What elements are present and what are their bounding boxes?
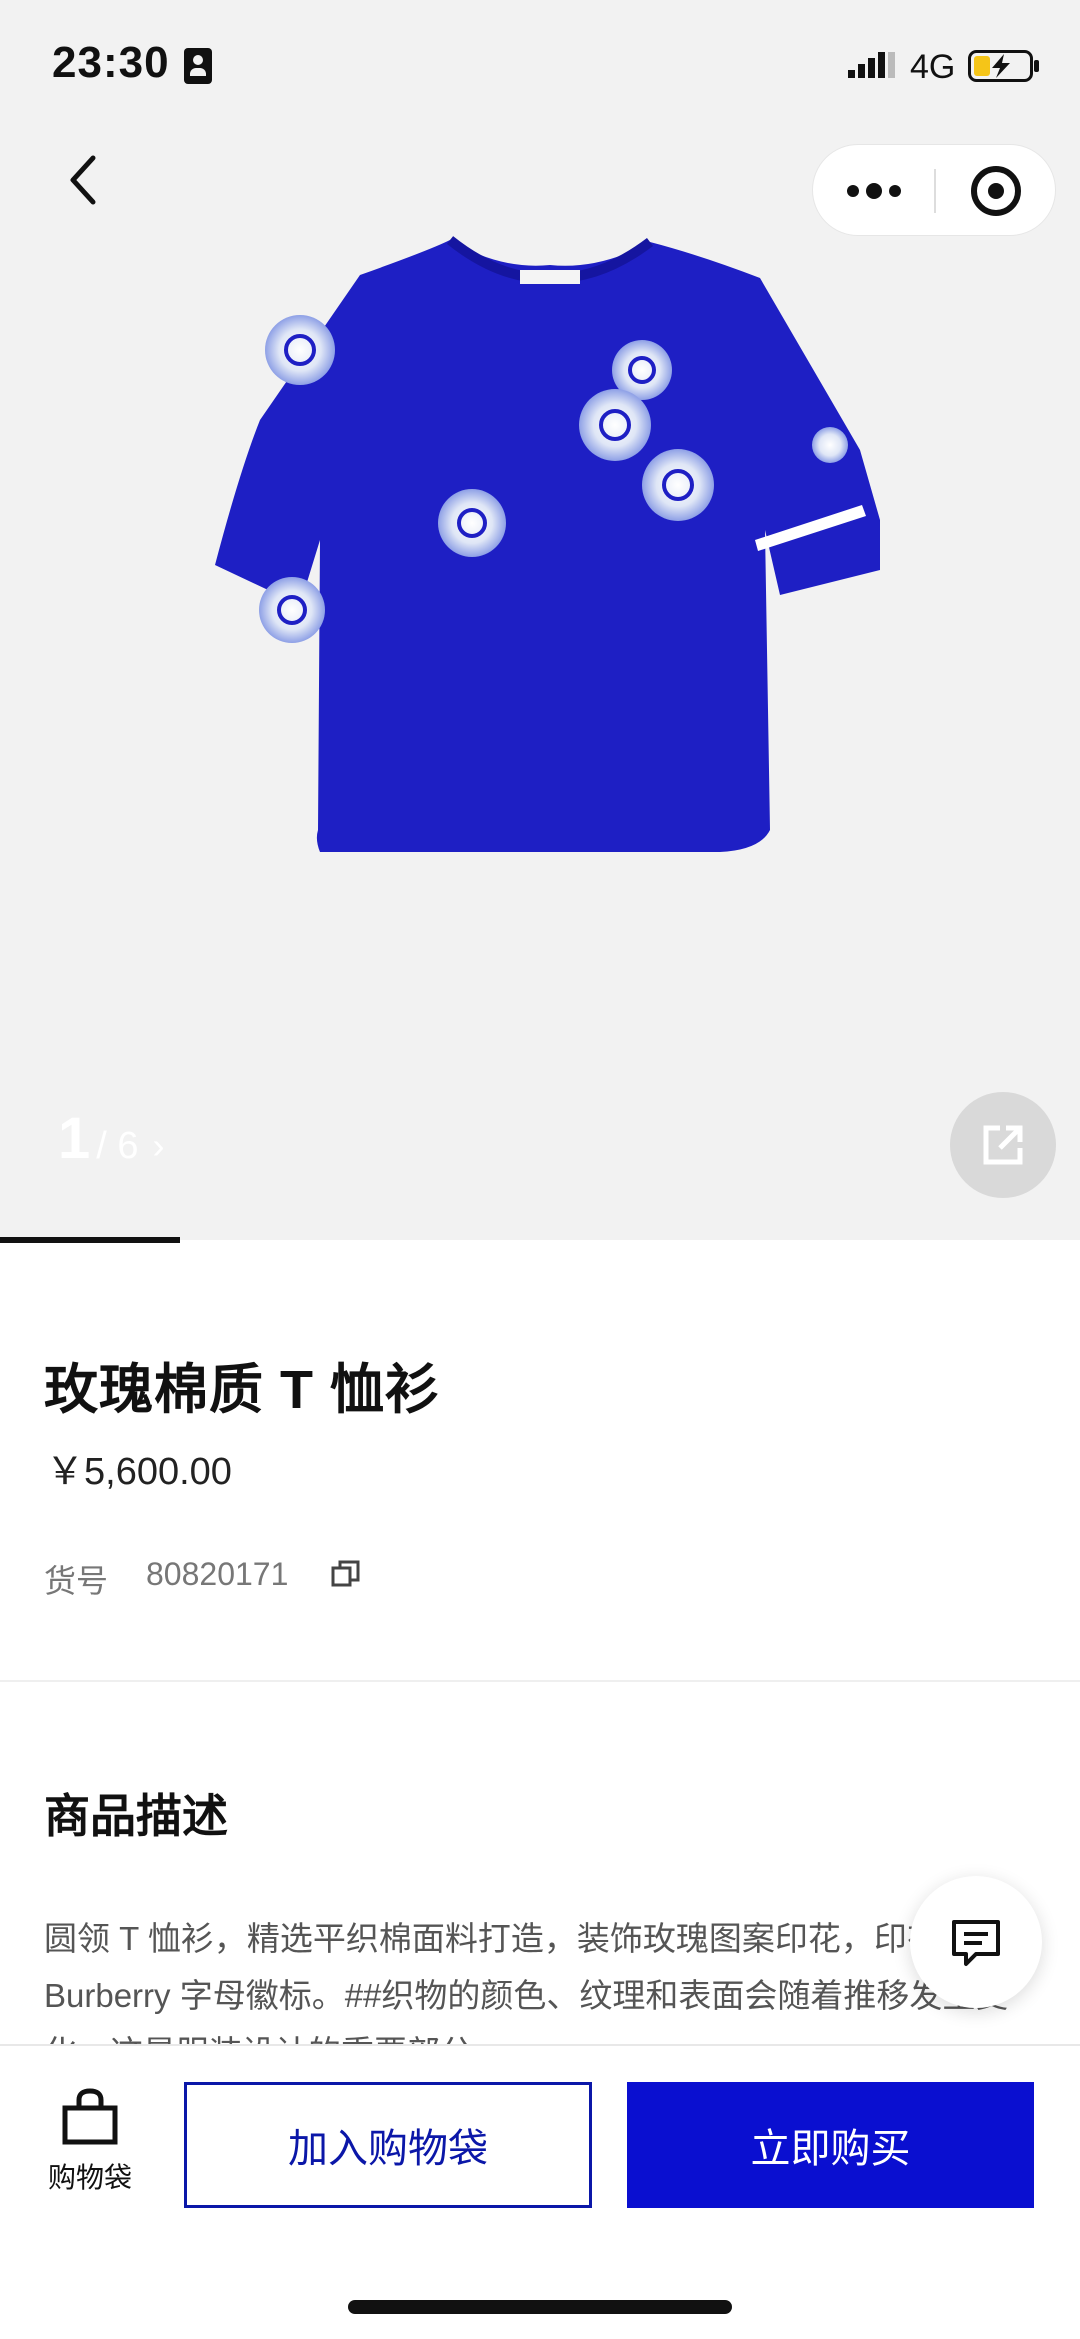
sku-label: 货号 (44, 1563, 109, 1599)
chevron-right-icon[interactable]: › (153, 1125, 165, 1167)
network-label: 4G (910, 48, 956, 86)
counter-total: / 6 (96, 1125, 139, 1167)
add-to-bag-button[interactable]: 加入购物袋 (184, 2082, 592, 2208)
shopping-bag-button[interactable]: 购物袋 (30, 2086, 150, 2226)
counter-current: 1 (58, 1106, 91, 1171)
status-bar: 23:30 4G (0, 0, 1080, 130)
chat-message-icon (952, 1920, 1000, 1966)
description-heading: 商品描述 (44, 1790, 228, 1842)
image-counter: 1 / 6 › (58, 1105, 165, 1172)
share-external-icon (983, 1125, 1023, 1165)
home-indicator[interactable] (348, 2300, 732, 2314)
product-gallery[interactable]: 1 / 6 › (0, 130, 1080, 1240)
close-target-icon[interactable] (935, 145, 1057, 237)
buy-now-button[interactable]: 立即购买 (627, 2082, 1034, 2208)
sku-value: 80820171 (146, 1556, 289, 1592)
id-card-icon (184, 48, 212, 84)
product-title: 玫瑰棉质 T 恤衫 (44, 1360, 440, 1420)
copy-icon[interactable] (330, 1558, 362, 1590)
gallery-progress-bar (0, 1237, 180, 1243)
status-time: 23:30 (52, 38, 170, 87)
product-price: ￥5,600.00 (46, 1451, 232, 1493)
signal-icon (848, 52, 895, 78)
share-button[interactable] (950, 1092, 1056, 1198)
battery-charging-icon (968, 50, 1039, 82)
product-image[interactable] (200, 220, 900, 1000)
back-chevron-icon[interactable] (55, 150, 115, 210)
bottom-action-bar: 购物袋 加入购物袋 立即购买 (0, 2044, 1080, 2339)
description-text: 圆领 T 恤衫，精选平织棉面料打造，装饰玫瑰图案印花，印有 Burberry 字… (44, 1920, 1008, 2048)
chat-button[interactable] (910, 1876, 1042, 2008)
shopping-bag-icon (62, 2088, 118, 2145)
section-divider (0, 1680, 1080, 1682)
shopping-bag-label: 购物袋 (47, 2162, 132, 2193)
